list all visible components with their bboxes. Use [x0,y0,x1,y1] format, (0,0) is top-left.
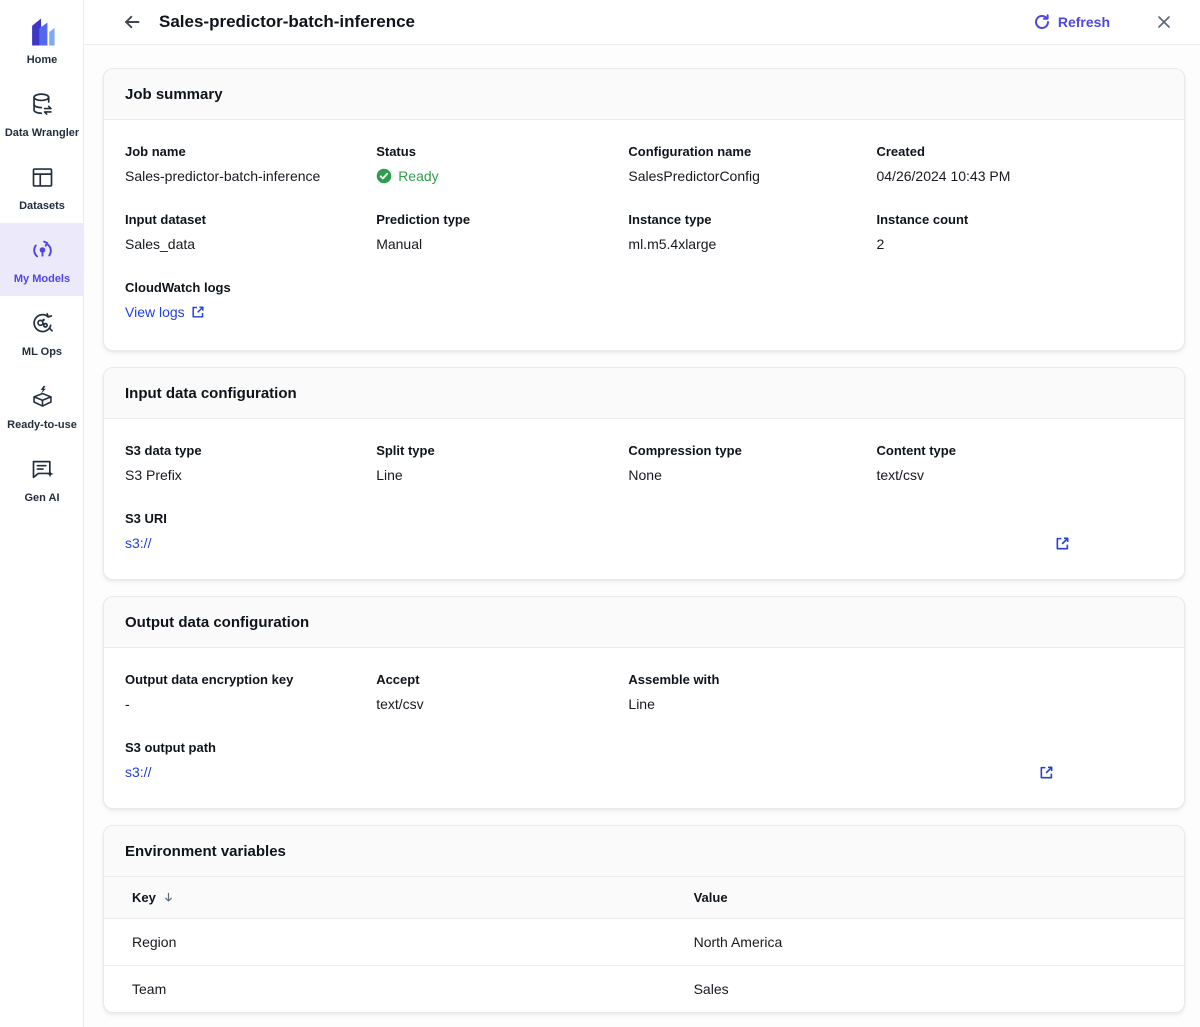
job-summary-card: Job summary Job name Sales-predictor-bat… [103,68,1185,351]
field-input-dataset: Input dataset Sales_data [125,212,376,252]
job-summary-header: Job summary [104,69,1184,120]
column-header-key: Key [104,877,666,919]
sidebar-item-label: Datasets [19,200,65,213]
sidebar-item-datasets[interactable]: Datasets [0,150,84,223]
back-button[interactable] [120,10,144,34]
card-title: Input data configuration [125,385,1163,402]
refresh-button[interactable]: Refresh [1034,14,1110,30]
field-s3-data-type: S3 data type S3 Prefix [125,443,376,483]
gears-loop-icon [29,307,56,341]
refresh-icon [1034,14,1050,30]
close-icon [1156,14,1172,30]
environment-variables-card: Environment variables Key [103,825,1185,1013]
column-header-value: Value [666,877,1184,919]
field-status: Status Ready [376,144,628,184]
field-empty [876,672,1162,712]
status-badge: Ready [376,168,628,184]
s3-uri-block: S3 URI s3:// [125,511,1163,551]
database-sync-icon [29,88,56,122]
sidebar: Home Data Wrangler [0,0,84,1027]
sidebar-item-ml-ops[interactable]: ML Ops [0,296,84,369]
env-vars-header: Environment variables [104,826,1184,877]
sidebar-item-label: Data Wrangler [5,127,79,140]
box-lightning-icon [29,380,56,414]
check-circle-icon [376,168,392,184]
field-cloudwatch-logs: CloudWatch logs View logs [125,280,1163,322]
field-instance-type: Instance type ml.m5.4xlarge [628,212,876,252]
s3-uri-link[interactable]: s3:// [125,535,151,551]
sort-descending-icon [162,891,175,904]
field-split-type: Split type Line [376,443,628,483]
s3-output-external-link-button[interactable] [1039,765,1054,780]
refresh-label: Refresh [1058,14,1110,30]
field-content-type: Content type text/csv [876,443,1162,483]
field-assemble-with: Assemble with Line [628,672,876,712]
main-panel: Sales-predictor-batch-inference Refresh … [84,0,1200,1027]
card-title: Output data configuration [125,614,1163,631]
field-created: Created 04/26/2024 10:43 PM [876,144,1162,184]
card-title: Environment variables [125,843,1163,860]
view-logs-link[interactable]: View logs [125,304,205,320]
close-button[interactable] [1154,12,1174,32]
sort-by-key-control[interactable]: Key [132,890,175,905]
external-link-icon [1039,765,1054,780]
sidebar-item-home[interactable]: Home [0,4,84,77]
input-data-configuration-card: Input data configuration S3 data type S3… [103,367,1185,580]
env-key-cell: Team [104,966,666,1013]
back-arrow-icon [122,12,142,32]
table-row: Region North America [104,919,1184,966]
s3-uri-external-link-button[interactable] [1055,536,1070,551]
canvas-logo-icon [24,15,60,49]
input-config-header: Input data configuration [104,368,1184,419]
page-title: Sales-predictor-batch-inference [159,12,1034,32]
environment-variables-table: Key Value [104,877,1184,1012]
env-key-cell: Region [104,919,666,966]
page-content: Job summary Job name Sales-predictor-bat… [84,45,1200,1027]
sidebar-item-label: ML Ops [22,346,62,359]
sidebar-item-label: My Models [14,273,70,286]
sidebar-item-label: Gen AI [24,492,59,505]
table-row: Team Sales [104,966,1184,1013]
app-window: Home Data Wrangler [0,0,1200,1027]
sidebar-item-label: Home [27,54,58,67]
sidebar-item-my-models[interactable]: My Models [0,223,84,296]
field-accept: Accept text/csv [376,672,628,712]
env-value-cell: Sales [666,966,1184,1013]
table-grid-icon [29,161,56,195]
chat-sparkle-icon [29,453,56,487]
field-configuration-name: Configuration name SalesPredictorConfig [628,144,876,184]
output-data-configuration-card: Output data configuration Output data en… [103,596,1185,809]
model-pin-refresh-icon [29,234,56,268]
external-link-icon [1055,536,1070,551]
field-output-encryption-key: Output data encryption key - [125,672,376,712]
s3-output-path-block: S3 output path s3:// [125,740,1163,780]
sidebar-item-ready-to-use[interactable]: Ready-to-use [0,369,84,442]
s3-output-path-link[interactable]: s3:// [125,764,151,780]
top-bar: Sales-predictor-batch-inference Refresh [84,0,1200,45]
sidebar-item-data-wrangler[interactable]: Data Wrangler [0,77,84,150]
output-config-header: Output data configuration [104,597,1184,648]
sidebar-item-label: Ready-to-use [7,419,77,432]
env-value-cell: North America [666,919,1184,966]
card-title: Job summary [125,86,1163,103]
field-compression-type: Compression type None [628,443,876,483]
sidebar-item-gen-ai[interactable]: Gen AI [0,442,84,515]
field-prediction-type: Prediction type Manual [376,212,628,252]
field-instance-count: Instance count 2 [876,212,1162,252]
external-link-icon [191,305,205,319]
field-job-name: Job name Sales-predictor-batch-inference [125,144,376,184]
